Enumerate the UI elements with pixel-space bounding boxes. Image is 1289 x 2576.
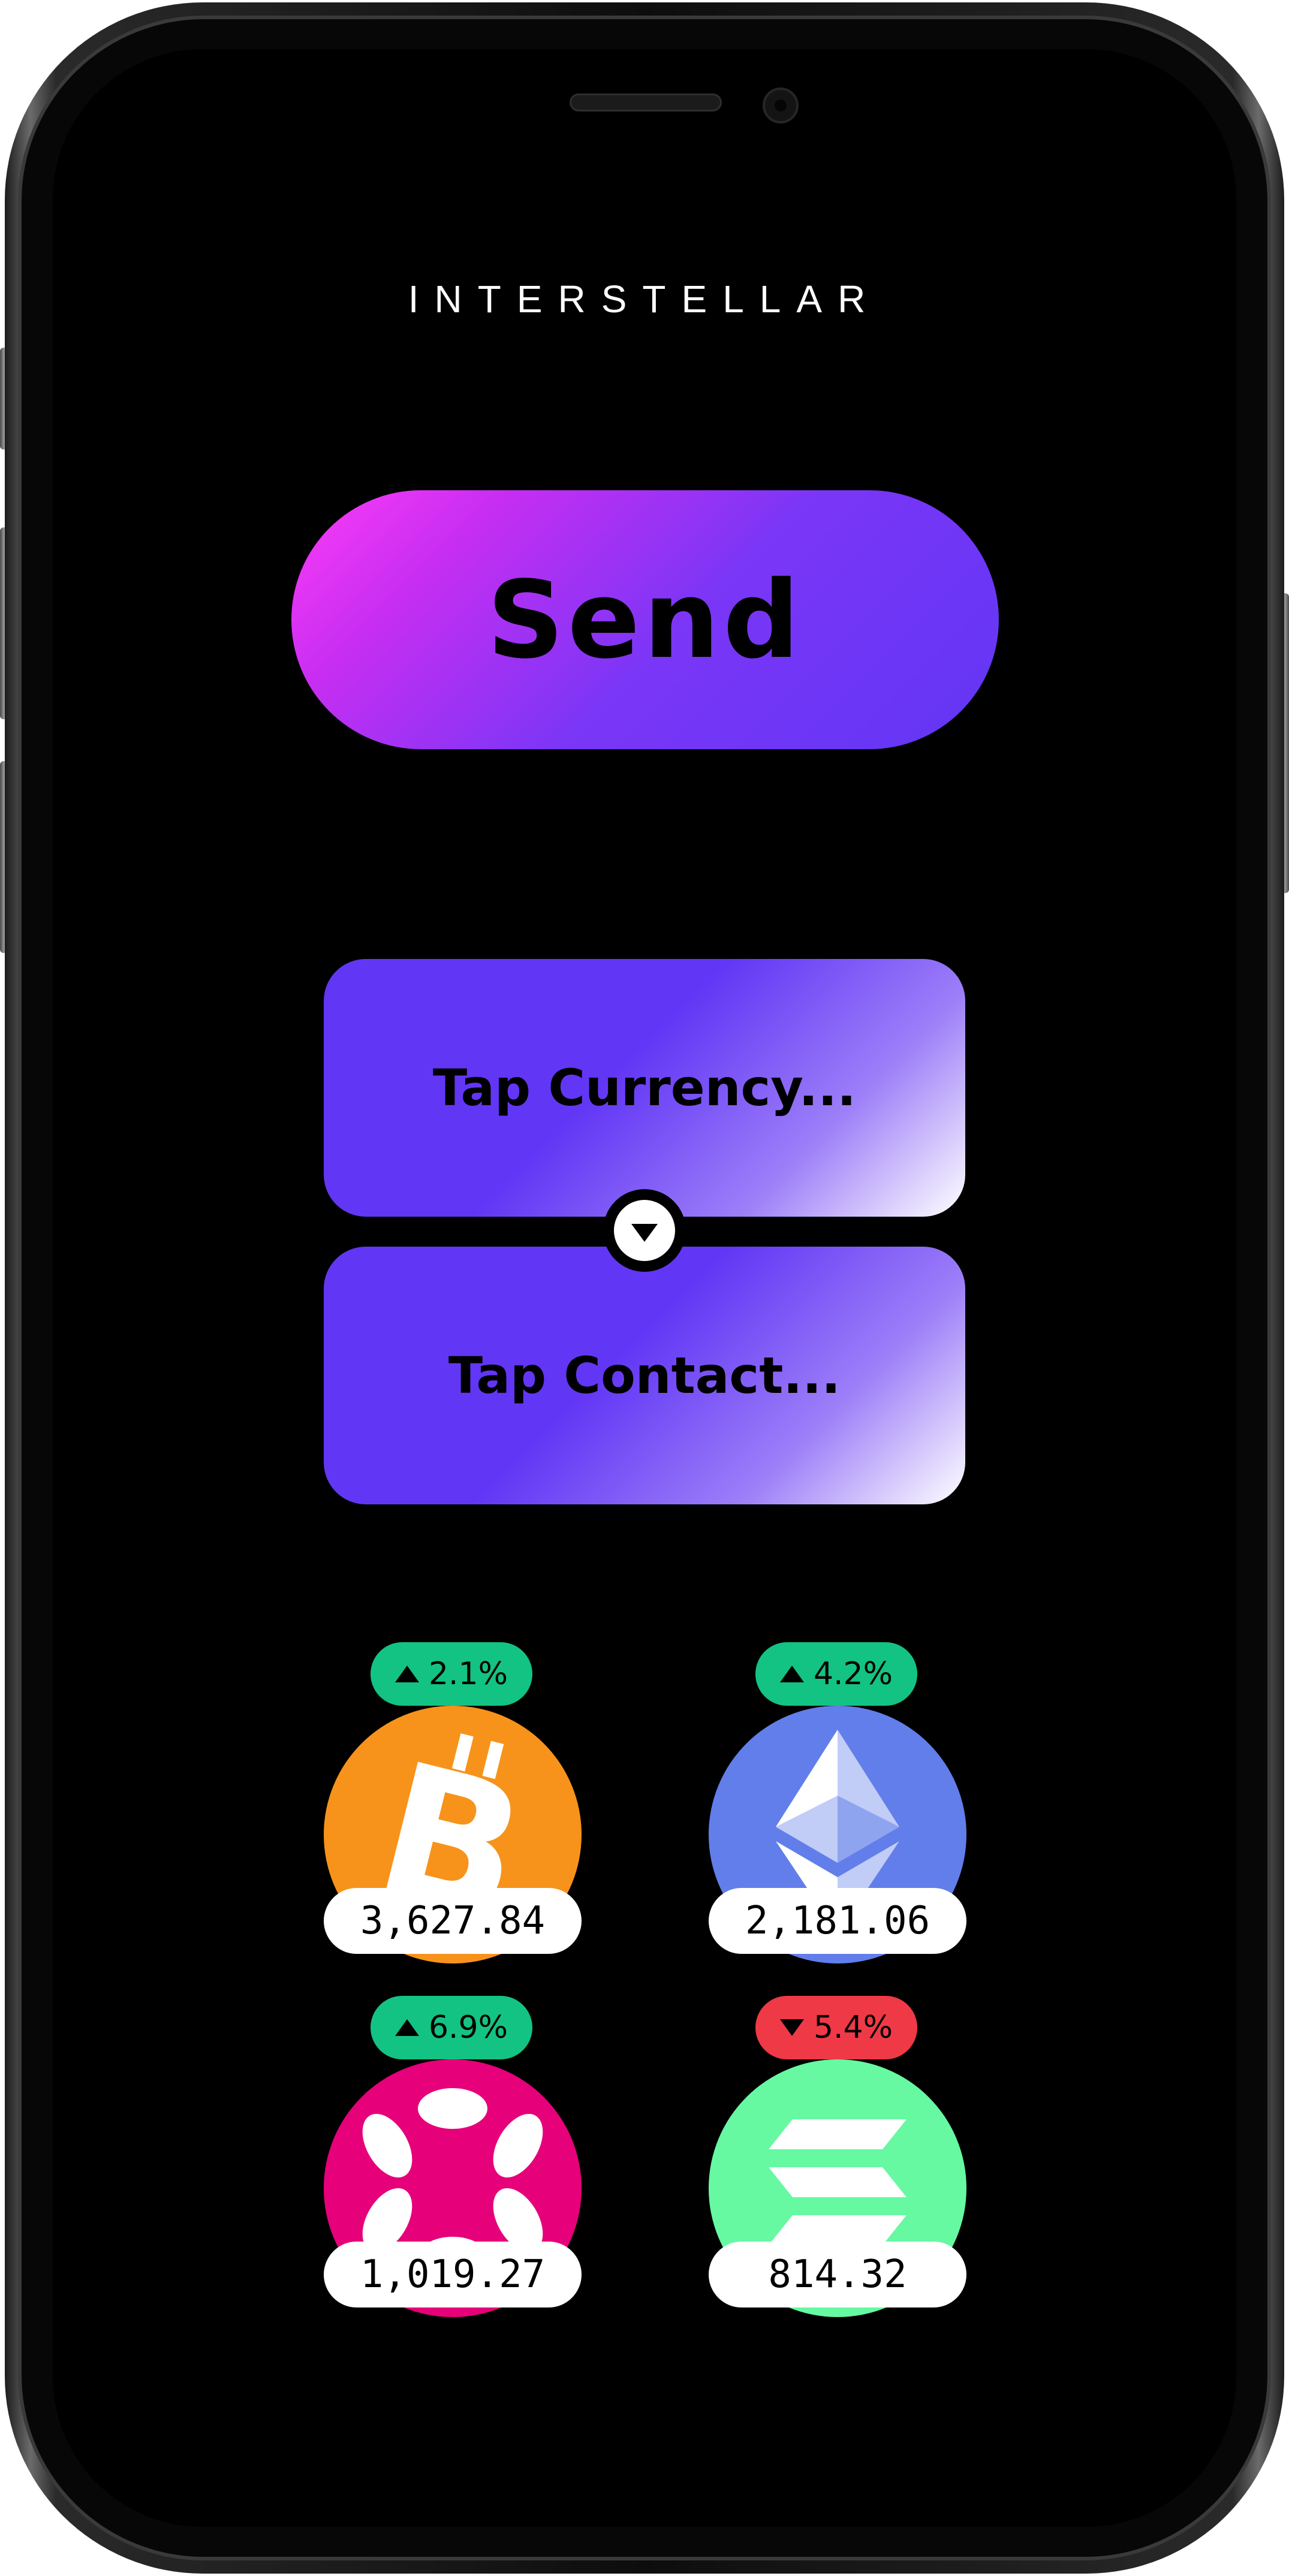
coin-card-bitcoin[interactable]: B 2.1% 3,627.84 xyxy=(324,1642,582,1963)
coin-card-ethereum[interactable]: 4.2% 2,181.06 xyxy=(709,1642,966,1963)
currency-selector-label: Tap Currency... xyxy=(432,1058,857,1117)
coin-balance: 2,181.06 xyxy=(709,1888,966,1954)
app-logo: INTERSTELLAR xyxy=(408,277,881,321)
arrow-up-icon xyxy=(779,1666,804,1682)
direction-toggle-button[interactable] xyxy=(603,1189,686,1272)
price-change-text: 2.1% xyxy=(428,1656,508,1692)
price-change-badge: 4.2% xyxy=(755,1642,917,1706)
price-change-badge: 2.1% xyxy=(371,1642,532,1706)
front-camera xyxy=(763,88,799,123)
chevron-down-icon xyxy=(614,1200,675,1261)
price-change-badge: 6.9% xyxy=(371,1996,532,2059)
price-change-text: 4.2% xyxy=(813,1656,893,1692)
price-change-text: 6.9% xyxy=(428,2010,508,2046)
earpiece-speaker xyxy=(570,93,722,111)
send-button[interactable]: Send xyxy=(291,490,999,749)
coin-balance: 814.32 xyxy=(709,2242,966,2307)
coin-card-polkadot[interactable]: 6.9% 1,019.27 xyxy=(324,1996,582,2317)
currency-selector[interactable]: Tap Currency... xyxy=(324,959,965,1217)
coin-balance: 3,627.84 xyxy=(324,1888,582,1954)
price-change-text: 5.4% xyxy=(813,2010,893,2046)
contact-selector-label: Tap Contact... xyxy=(448,1346,841,1405)
arrow-up-icon xyxy=(394,2019,419,2036)
contact-selector[interactable]: Tap Contact... xyxy=(324,1247,965,1504)
arrow-down-icon xyxy=(779,2019,804,2036)
coin-card-solana[interactable]: 5.4% 814.32 xyxy=(709,1996,966,2317)
coin-balance: 1,019.27 xyxy=(324,2242,582,2307)
price-change-badge: 5.4% xyxy=(755,1996,917,2059)
arrow-up-icon xyxy=(394,1666,419,1682)
